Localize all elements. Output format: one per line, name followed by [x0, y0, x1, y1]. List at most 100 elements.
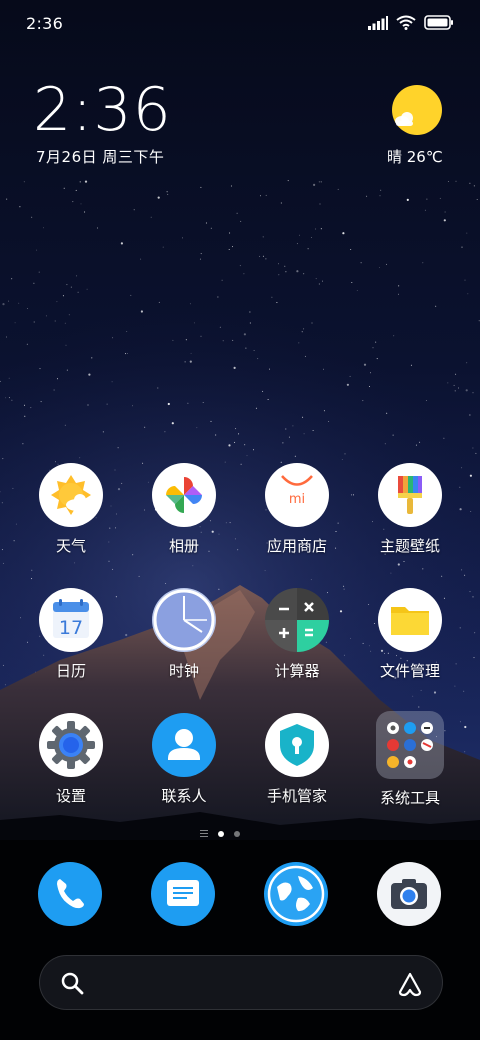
star [419, 441, 421, 443]
app-contacts[interactable]: 联系人 [134, 713, 234, 806]
star [356, 290, 358, 291]
star [235, 428, 237, 430]
star [210, 227, 212, 229]
star [111, 381, 113, 383]
star [344, 453, 346, 455]
phone-icon[interactable] [38, 862, 102, 926]
search-bar[interactable] [39, 955, 443, 1010]
star [372, 347, 374, 349]
star [62, 295, 64, 297]
star [299, 234, 300, 236]
star [210, 420, 212, 422]
app-label: 系统工具 [379, 789, 440, 807]
app-weather[interactable]: 天气 [21, 463, 121, 556]
star [380, 189, 382, 191]
app-settings[interactable]: 设置 [21, 713, 121, 806]
star [424, 209, 426, 211]
app-file-manager[interactable]: 文件管理 [360, 588, 460, 681]
star [444, 211, 446, 213]
star [70, 286, 72, 288]
star [262, 236, 264, 238]
star [469, 414, 471, 416]
star [184, 361, 186, 363]
star [68, 314, 70, 316]
star [150, 216, 152, 218]
app-label: 日历 [55, 662, 86, 680]
star [461, 467, 463, 469]
star [315, 228, 317, 230]
star [255, 407, 257, 409]
battery-icon [424, 15, 453, 30]
star [11, 399, 13, 401]
star [443, 219, 446, 222]
star [80, 203, 82, 205]
page-dot-active[interactable] [218, 830, 224, 837]
app-clock[interactable]: 时钟 [134, 588, 234, 681]
star [311, 237, 312, 238]
page-indicator[interactable] [200, 830, 240, 837]
search-icon[interactable] [60, 971, 86, 997]
app-label: 联系人 [161, 787, 207, 805]
star [8, 377, 10, 379]
star [79, 457, 81, 459]
star [31, 578, 33, 580]
tools-folder-icon [376, 711, 444, 779]
star [461, 246, 463, 248]
app-themes[interactable]: 主题壁纸 [360, 463, 460, 556]
app-gallery[interactable]: 相册 [134, 463, 234, 556]
camera-icon[interactable] [377, 862, 441, 926]
star [285, 428, 287, 430]
star [140, 310, 143, 313]
star [120, 242, 123, 245]
star [262, 390, 264, 392]
file-manager-icon [378, 588, 442, 652]
star [8, 397, 10, 399]
star [296, 270, 299, 273]
star [350, 637, 351, 639]
page-list-icon[interactable] [200, 830, 208, 837]
app-security[interactable]: 手机管家 [247, 713, 347, 806]
clock-widget-time[interactable]: 2:36 [33, 74, 172, 146]
messages-icon[interactable] [151, 862, 215, 926]
app-store[interactable]: mi 应用商店 [247, 463, 347, 556]
star [284, 265, 286, 267]
star [379, 267, 380, 268]
star [24, 415, 26, 417]
star [167, 402, 170, 406]
star [465, 389, 468, 392]
star [447, 181, 449, 182]
star [269, 368, 270, 370]
star [260, 195, 261, 197]
star [232, 246, 233, 248]
star [455, 180, 457, 182]
star [31, 569, 33, 571]
star [342, 232, 345, 235]
star [200, 335, 202, 337]
star [202, 402, 204, 403]
star [222, 340, 224, 342]
star [219, 326, 221, 328]
star [112, 337, 114, 339]
star [217, 296, 219, 298]
star [302, 416, 304, 418]
settings-icon [39, 713, 103, 777]
star [132, 405, 133, 407]
sun-icon[interactable] [391, 84, 443, 136]
app-calculator[interactable]: 计算器 [247, 588, 347, 681]
star [362, 400, 364, 402]
star [464, 751, 466, 753]
star [285, 271, 287, 273]
page-dot[interactable] [234, 830, 240, 837]
app-label: 时钟 [168, 662, 199, 680]
star [12, 487, 14, 489]
star [63, 187, 65, 189]
browser-icon[interactable] [264, 862, 328, 926]
star [341, 459, 343, 460]
app-tools-folder[interactable]: 系统工具 [360, 711, 460, 808]
assistant-icon[interactable] [396, 970, 424, 998]
app-calendar[interactable]: 17 日历 [21, 588, 121, 681]
star [458, 387, 459, 389]
star [237, 549, 239, 551]
star [84, 211, 86, 213]
star [259, 255, 261, 257]
